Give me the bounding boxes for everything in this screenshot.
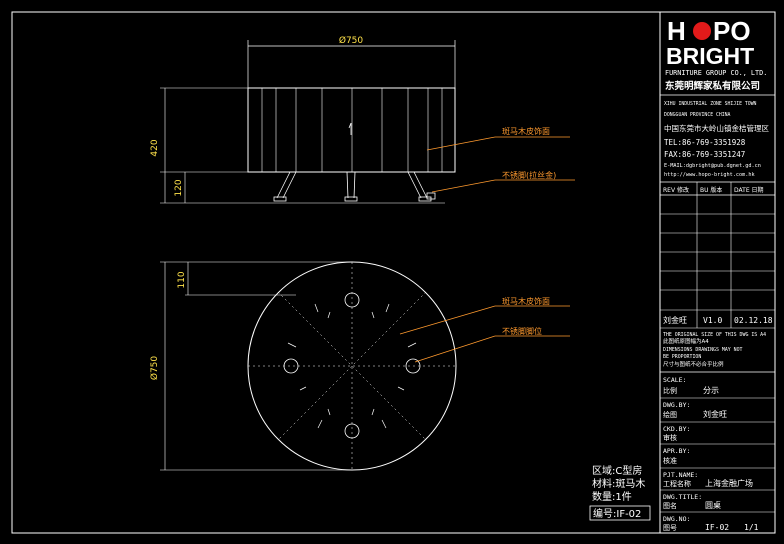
checked-label: CKD.BY: bbox=[663, 425, 690, 433]
note-quantity: 数量:1件 bbox=[592, 490, 632, 503]
title-cn: 图名 bbox=[663, 501, 677, 510]
drawn-cn: 绘图 bbox=[663, 410, 677, 419]
top-edge-dim: 110 bbox=[177, 271, 187, 288]
scale-cn: 比例 bbox=[663, 386, 677, 395]
revision-date: 02.12.18 bbox=[734, 316, 773, 325]
title-block: H PO BRIGHT FURNITURE GROUP CO., LTD. 东莞… bbox=[659, 11, 776, 534]
number-label: DWG.NO: bbox=[663, 515, 690, 523]
checked-cn: 审核 bbox=[663, 433, 677, 442]
front-legs-callout: 不锈脚(拉丝金) bbox=[502, 170, 556, 180]
scale-label: SCALE: bbox=[663, 376, 686, 384]
note-material: 材料:斑马木 bbox=[592, 477, 645, 490]
front-surface-callout: 斑马木皮饰面 bbox=[502, 126, 550, 136]
version: V1.0 bbox=[703, 316, 722, 325]
address-en-2: DONGGUAN PROVINCE CHINA bbox=[664, 112, 731, 118]
project-label: PJT.NAME: bbox=[663, 471, 698, 479]
project-value: 上海金融广场 bbox=[705, 478, 753, 488]
svg-text:BRIGHT: BRIGHT bbox=[666, 43, 754, 69]
note-area: 区域:C型房 bbox=[592, 464, 642, 477]
top-surface-callout: 斑马木皮饰面 bbox=[502, 296, 550, 306]
note-en-3: BE PROPORTION bbox=[663, 354, 701, 360]
number-value: IF-02 bbox=[705, 523, 729, 532]
project-cn: 工程名称 bbox=[663, 479, 691, 488]
drawing-notes: 区域:C型房 材料:斑马木 数量:1件 编号:IF-02 bbox=[589, 464, 651, 521]
note-en-1: THE ORIGINAL SIZE OF THIS DWG IS A4 bbox=[663, 332, 766, 338]
note-en-2: DIMENSIONS DRAWINGS MAY NOT bbox=[663, 347, 743, 353]
front-width-dim: Ø750 bbox=[339, 35, 364, 46]
top-legpos-callout: 不锈脚脚位 bbox=[502, 326, 542, 336]
front-leg-height-dim: 120 bbox=[174, 179, 184, 196]
designer: 刘金旺 bbox=[663, 315, 687, 325]
note-cn-2: 尺寸与图纸不必合乎比例 bbox=[663, 360, 724, 368]
approved-cn: 核准 bbox=[663, 456, 677, 465]
drawn-label: DWG.BY: bbox=[663, 401, 690, 409]
leg-positions bbox=[283, 292, 421, 439]
company-cn: 东莞明辉家私有限公司 bbox=[665, 80, 760, 92]
company-logo: H PO BRIGHT bbox=[666, 16, 754, 69]
svg-text:H: H bbox=[667, 16, 686, 46]
scale-value: 分示 bbox=[703, 386, 719, 395]
svg-text:PO: PO bbox=[713, 16, 751, 46]
front-view: Ø750 420 120 斑马木皮饰面 不锈脚(拉丝金) bbox=[150, 35, 575, 204]
tel: TEL:86-769-3351928 bbox=[664, 138, 746, 147]
note-code: 编号:IF-02 bbox=[593, 507, 641, 520]
approved-label: APR.BY: bbox=[663, 447, 690, 455]
fax: FAX:86-769-3351247 bbox=[664, 150, 745, 159]
top-diameter-dim: Ø750 bbox=[149, 356, 160, 381]
drawn-value: 刘金旺 bbox=[703, 409, 727, 419]
sheet-value: 1/1 bbox=[744, 523, 759, 532]
rev-header-rev: REV 修改 bbox=[663, 186, 689, 194]
rev-header-date: DATE 日期 bbox=[734, 186, 764, 194]
drawing-border bbox=[11, 11, 776, 534]
number-cn: 图号 bbox=[663, 524, 677, 532]
company-en: FURNITURE GROUP CO., LTD. bbox=[665, 69, 767, 77]
address-cn: 中国东莞市大岭山镇金桔管理区 bbox=[664, 123, 769, 133]
address-en-1: XIHU INDUSTRIAL ZONE SHIJIE TOWN bbox=[664, 101, 757, 107]
title-label: DWG.TITLE: bbox=[663, 493, 702, 501]
drawing-canvas: Ø750 420 120 斑马木皮饰面 不锈脚(拉丝金) 110 Ø750 斑马… bbox=[11, 11, 776, 534]
table-body-front bbox=[247, 87, 456, 173]
table-legs bbox=[273, 171, 436, 202]
rev-header-version: BU 版本 bbox=[700, 186, 722, 194]
title-value: 圆桌 bbox=[705, 500, 721, 510]
front-height-dim: 420 bbox=[150, 139, 160, 156]
top-view: 110 Ø750 斑马木皮饰面 不锈脚脚位 bbox=[149, 261, 570, 471]
website: http://www.hopo-bright.com.hk bbox=[664, 172, 755, 178]
note-cn-1: 此图纸原图幅为A4 bbox=[663, 337, 709, 345]
email: E-MAIL:dgbright@pub.dgnet.gd.cn bbox=[664, 163, 761, 169]
